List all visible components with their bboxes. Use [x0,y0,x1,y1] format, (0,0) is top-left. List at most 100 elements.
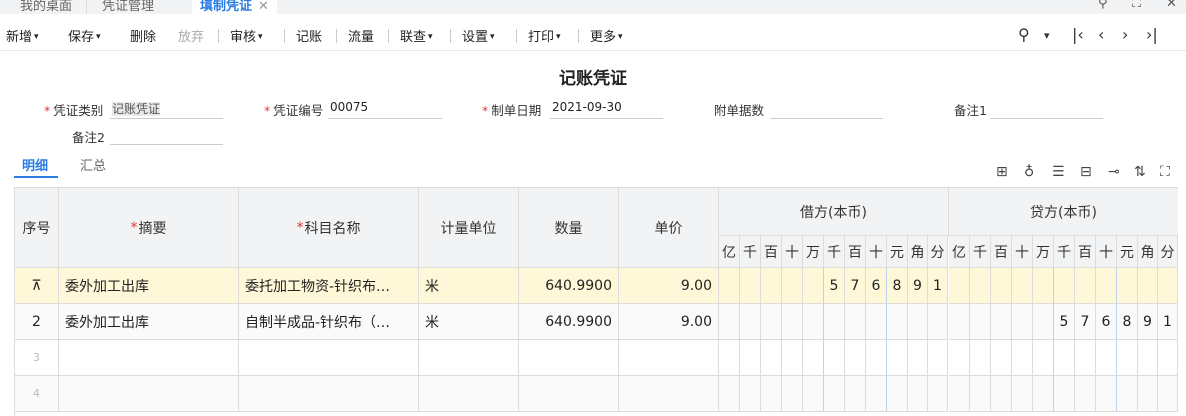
summary-cell[interactable] [59,340,239,376]
debit-amount-digit[interactable] [866,340,887,376]
maximize-icon[interactable]: ⛶ [1132,0,1141,11]
search-icon[interactable]: ⚲ [1098,0,1108,11]
debit-amount-digit[interactable] [887,304,908,340]
credit-amount-digit[interactable]: 8 [1117,304,1138,340]
more-button[interactable]: 更多 ▾ [590,26,623,45]
tab-desktop[interactable]: 我的桌面 [20,0,72,14]
credit-amount-digit[interactable] [949,376,970,412]
debit-amount-digit[interactable] [782,304,803,340]
debit-amount-digit[interactable] [719,340,740,376]
credit-amount-digit[interactable] [1012,340,1033,376]
debit-amount-digit[interactable] [719,376,740,412]
debit-amount-digit[interactable] [866,304,887,340]
credit-amount-digit[interactable] [1054,340,1075,376]
debit-amount-digit[interactable] [761,304,782,340]
unit-cell[interactable]: 米 [419,304,519,340]
voucher-type-field[interactable]: 记账凭证 [110,100,223,119]
debit-amount-digit[interactable] [782,376,803,412]
debit-amount-digit[interactable] [782,268,803,304]
debit-amount-digit[interactable] [719,304,740,340]
credit-amount-digit[interactable] [1096,376,1117,412]
tab-detail[interactable]: 明细 [22,155,48,174]
summary-cell[interactable]: 委外加工出库 [59,268,239,304]
price-cell[interactable] [619,376,719,412]
credit-amount-digit[interactable] [1096,268,1117,304]
credit-amount-digit[interactable] [970,340,991,376]
credit-amount-digit[interactable] [1158,376,1178,412]
credit-amount-digit[interactable] [1117,268,1138,304]
credit-amount-digit[interactable] [1117,340,1138,376]
insert-row-icon[interactable]: ⊞ [996,164,1008,180]
unit-cell[interactable] [419,340,519,376]
save-button[interactable]: 保存 ▾ [68,26,101,45]
link-icon[interactable]: ⊸ [1108,164,1120,180]
debit-amount-digit[interactable] [928,304,948,340]
note1-field[interactable] [990,100,1103,119]
debit-amount-digit[interactable] [803,268,824,304]
credit-amount-digit[interactable] [1158,268,1178,304]
credit-amount-digit[interactable] [1138,268,1158,304]
debit-amount-digit[interactable] [782,340,803,376]
debit-amount-digit[interactable] [740,340,761,376]
account-cell[interactable] [239,376,419,412]
unit-cell[interactable]: 米 [419,268,519,304]
last-page-icon[interactable]: ›| [1146,25,1158,44]
next-page-icon[interactable]: › [1122,25,1128,44]
credit-amount-digit[interactable] [1012,376,1033,412]
debit-amount-digit[interactable] [845,376,866,412]
credit-amount-digit[interactable] [1096,340,1117,376]
row-handle-icon[interactable]: ⊼ [15,268,59,304]
credit-amount-digit[interactable] [949,304,970,340]
debit-amount-digit[interactable]: 9 [908,268,928,304]
price-cell[interactable]: 9.00 [619,304,719,340]
credit-amount-digit[interactable] [1075,268,1096,304]
qty-cell[interactable] [519,376,619,412]
debit-amount-digit[interactable] [740,304,761,340]
debit-amount-digit[interactable] [761,340,782,376]
debit-amount-digit[interactable] [824,376,845,412]
voucher-search-icon[interactable]: ⚲ [1018,25,1030,44]
credit-amount-digit[interactable] [949,340,970,376]
credit-amount-digit[interactable]: 9 [1138,304,1158,340]
account-cell[interactable] [239,340,419,376]
debit-amount-digit[interactable] [928,340,948,376]
debit-amount-digit[interactable] [803,376,824,412]
debit-amount-digit[interactable]: 7 [845,268,866,304]
debit-amount-digit[interactable] [803,304,824,340]
debit-amount-digit[interactable] [928,376,948,412]
credit-amount-digit[interactable]: 7 [1075,304,1096,340]
credit-amount-digit[interactable] [1033,376,1054,412]
close-icon[interactable]: ✕ [258,0,269,14]
debit-amount-digit[interactable] [740,376,761,412]
credit-amount-digit[interactable] [1033,340,1054,376]
credit-amount-digit[interactable] [970,376,991,412]
debit-amount-digit[interactable] [761,268,782,304]
credit-amount-digit[interactable] [1033,268,1054,304]
credit-amount-digit[interactable] [1138,376,1158,412]
debit-amount-digit[interactable] [761,376,782,412]
fullscreen-icon[interactable]: ⛶ [1160,164,1170,180]
account-cell[interactable]: 委托加工物资-针织布… [239,268,419,304]
credit-amount-digit[interactable] [970,304,991,340]
credit-amount-digit[interactable]: 5 [1054,304,1075,340]
debit-amount-digit[interactable] [887,340,908,376]
flow-button[interactable]: 流量 [348,26,374,45]
credit-amount-digit[interactable] [991,268,1012,304]
credit-amount-digit[interactable] [1117,376,1138,412]
debit-amount-digit[interactable]: 1 [928,268,948,304]
qty-cell[interactable]: 640.9900 [519,268,619,304]
money-bag-icon[interactable]: ♁ [1024,164,1034,180]
query-button[interactable]: 联查 ▾ [400,26,433,45]
voucher-date-field[interactable]: 2021-09-30 [550,100,663,119]
debit-amount-digit[interactable] [824,340,845,376]
review-button[interactable]: 审核 ▾ [230,26,263,45]
debit-amount-digit[interactable] [719,268,740,304]
credit-amount-digit[interactable] [991,376,1012,412]
credit-amount-digit[interactable] [1012,268,1033,304]
tab-summary[interactable]: 汇总 [80,155,106,174]
chevron-down-icon[interactable]: ▾ [1044,29,1050,42]
credit-amount-digit[interactable] [1012,304,1033,340]
price-cell[interactable]: 9.00 [619,268,719,304]
credit-amount-digit[interactable]: 6 [1096,304,1117,340]
credit-amount-digit[interactable] [991,304,1012,340]
